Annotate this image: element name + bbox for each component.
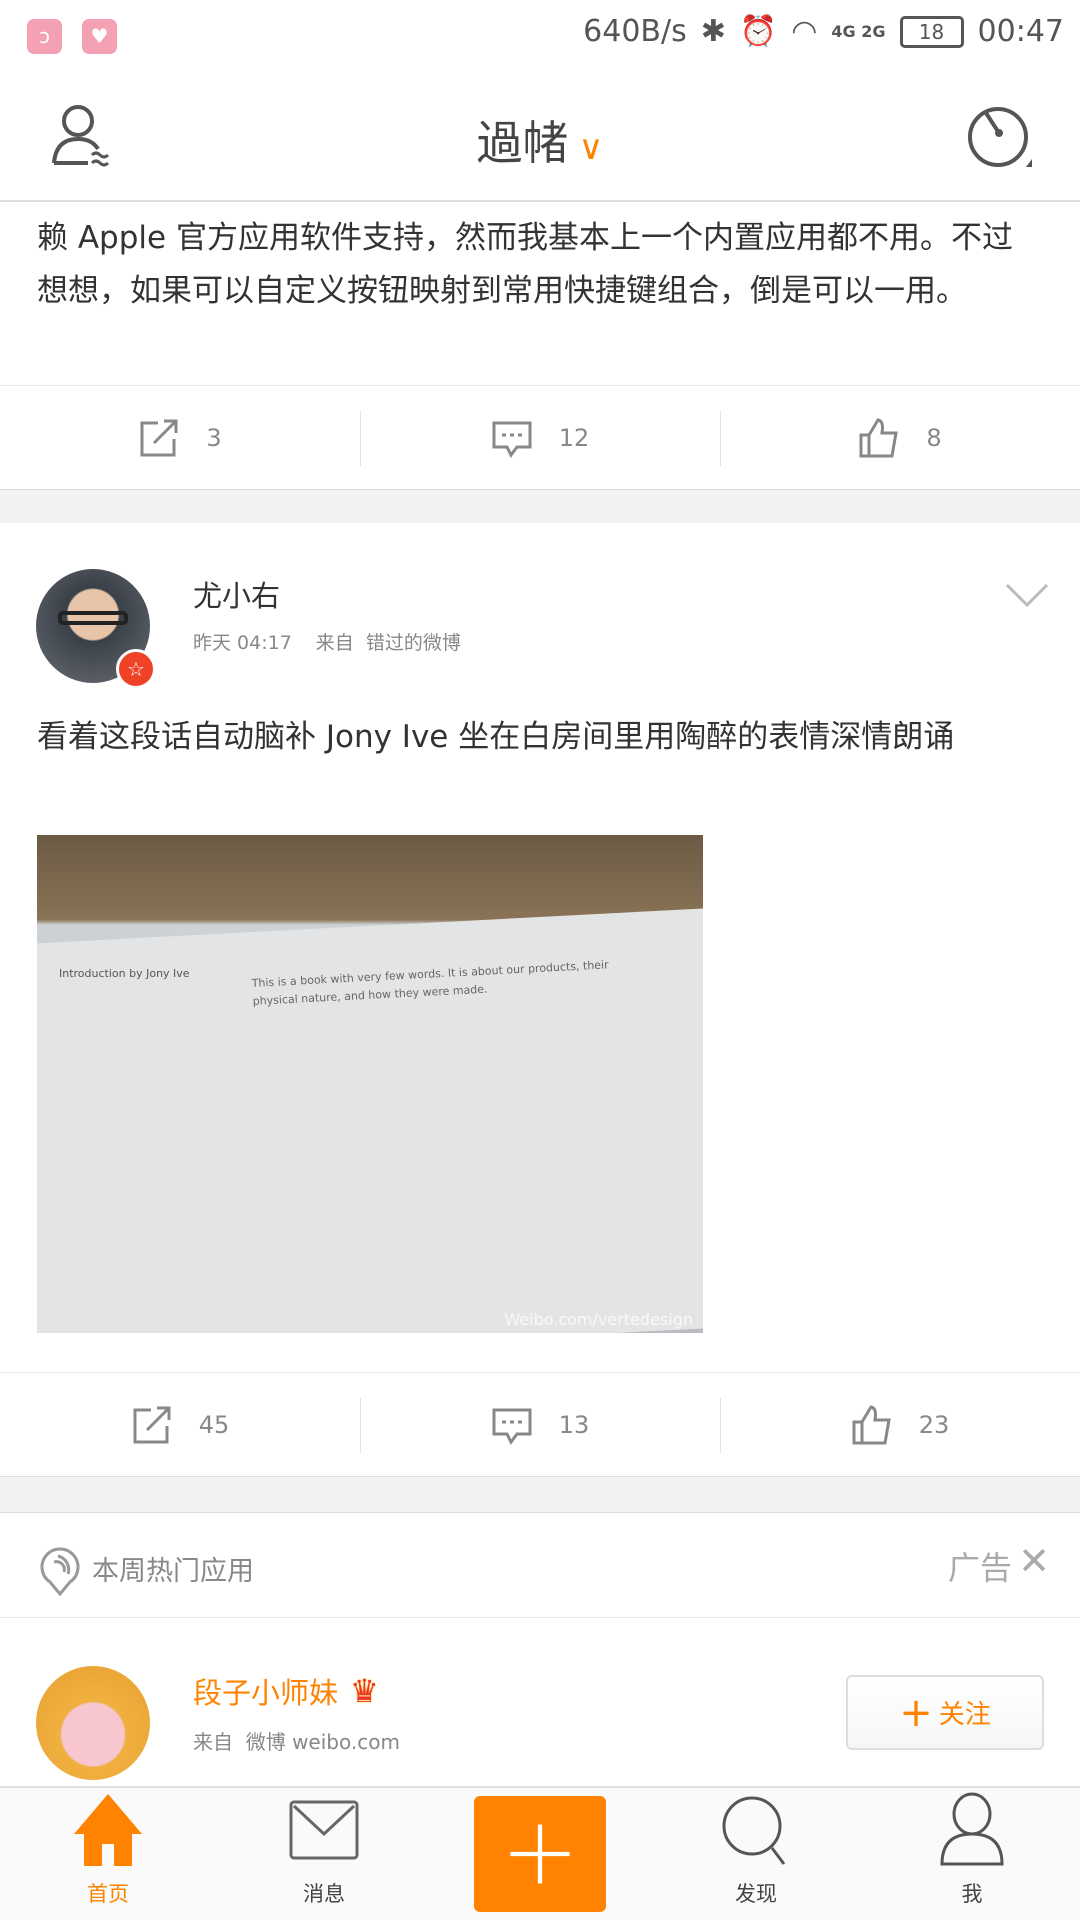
crown-icon: ♛ [350, 1672, 379, 1710]
music-app-icon: ↄ [27, 19, 62, 54]
ad-source: 来自 微博 weibo.com [193, 1730, 400, 1754]
author-name[interactable]: 尤小右 [193, 573, 280, 615]
comment-icon [492, 421, 532, 458]
thumbs-up-icon [852, 1404, 891, 1444]
battery-icon: 18 [899, 15, 964, 48]
repost-icon [140, 419, 178, 456]
search-icon [722, 1796, 786, 1865]
profile-icon [940, 1792, 1004, 1866]
ad-label: 广告 [947, 1549, 1012, 1587]
like-button[interactable]: 8 [720, 386, 1080, 489]
post-card: ☆ 尤小右 昨天 04:17 来自 错过的微博 看着这段话自动脑补 Jony Iv… [0, 523, 1080, 1372]
comment-button[interactable]: 12 [360, 386, 720, 489]
bluetooth-icon: ✱ [700, 14, 726, 49]
home-icon [74, 1794, 142, 1866]
comment-icon [492, 1408, 532, 1445]
ad-card: 段子小师妹 ♛ 来自 微博 weibo.com + 关注 [0, 1618, 1080, 1786]
health-app-icon: ♥ [82, 19, 117, 54]
mail-icon [289, 1800, 359, 1860]
post-card: 赖 Apple 官方应用软件支持，然而我基本上一个内置应用都不用。不过想想，如果… [0, 202, 1080, 385]
comment-button[interactable]: 13 [360, 1373, 720, 1476]
location-pin-icon [40, 1547, 80, 1596]
tab-home[interactable]: 首页 [0, 1788, 216, 1920]
chevron-down-icon[interactable] [1005, 583, 1049, 609]
watermark: Weibo.com/vertedesign [504, 1310, 693, 1329]
tab-messages[interactable]: 消息 [216, 1788, 432, 1920]
bottom-tab-bar: 首页 消息 发现 我 [0, 1786, 1080, 1920]
signal-icon: 4G 2G [831, 21, 886, 41]
status-bar: ↄ ♥ 640B/s ✱ ⏰ ◠ 4G 2G 18 00:47 [0, 0, 1080, 73]
network-speed: 640B/s [583, 14, 687, 49]
close-icon[interactable]: ✕ [1018, 1539, 1050, 1583]
tab-me[interactable]: 我 [864, 1788, 1080, 1920]
radar-icon[interactable] [966, 103, 1036, 173]
clock: 00:47 [977, 14, 1064, 49]
repost-icon [133, 1406, 171, 1443]
post-text: 赖 Apple 官方应用软件支持，然而我基本上一个内置应用都不用。不过想想，如果… [37, 220, 1013, 309]
post-image[interactable]: Introduction by Jony Ive This is a book … [37, 835, 703, 1333]
post-text: 看着这段话自动脑补 Jony Ive 坐在白房间里用陶醉的表情深情朗诵 [37, 719, 955, 755]
section-title: 本周热门应用 [92, 1556, 254, 1587]
page-title: 過帾 [476, 116, 569, 170]
plus-icon [474, 1796, 606, 1912]
hot-apps-header: 本周热门应用 广告 ✕ [0, 1512, 1080, 1618]
verified-badge-icon: ☆ [116, 649, 156, 689]
like-button[interactable]: 23 [720, 1373, 1080, 1476]
plus-icon: + [899, 1689, 933, 1736]
alarm-icon: ⏰ [739, 14, 778, 49]
group-selector[interactable]: 過帾 ∨ [0, 107, 1080, 173]
chevron-down-icon: ∨ [578, 128, 604, 168]
repost-button[interactable]: 3 [0, 386, 360, 489]
post-actions: 3 12 8 [0, 385, 1080, 490]
post-meta: 昨天 04:17 来自 错过的微博 [193, 632, 461, 654]
top-nav: 過帾 ∨ [0, 73, 1080, 202]
follow-button[interactable]: + 关注 [846, 1675, 1044, 1750]
thumbs-up-icon [859, 417, 899, 457]
repost-button[interactable]: 45 [0, 1373, 360, 1476]
tab-discover[interactable]: 发现 [648, 1788, 864, 1920]
post-actions: 45 13 23 [0, 1372, 1080, 1477]
wifi-icon: ◠ [791, 14, 818, 49]
avatar[interactable] [36, 1666, 150, 1780]
compose-button[interactable] [432, 1788, 648, 1920]
ad-name[interactable]: 段子小师妹 ♛ [193, 1670, 379, 1712]
